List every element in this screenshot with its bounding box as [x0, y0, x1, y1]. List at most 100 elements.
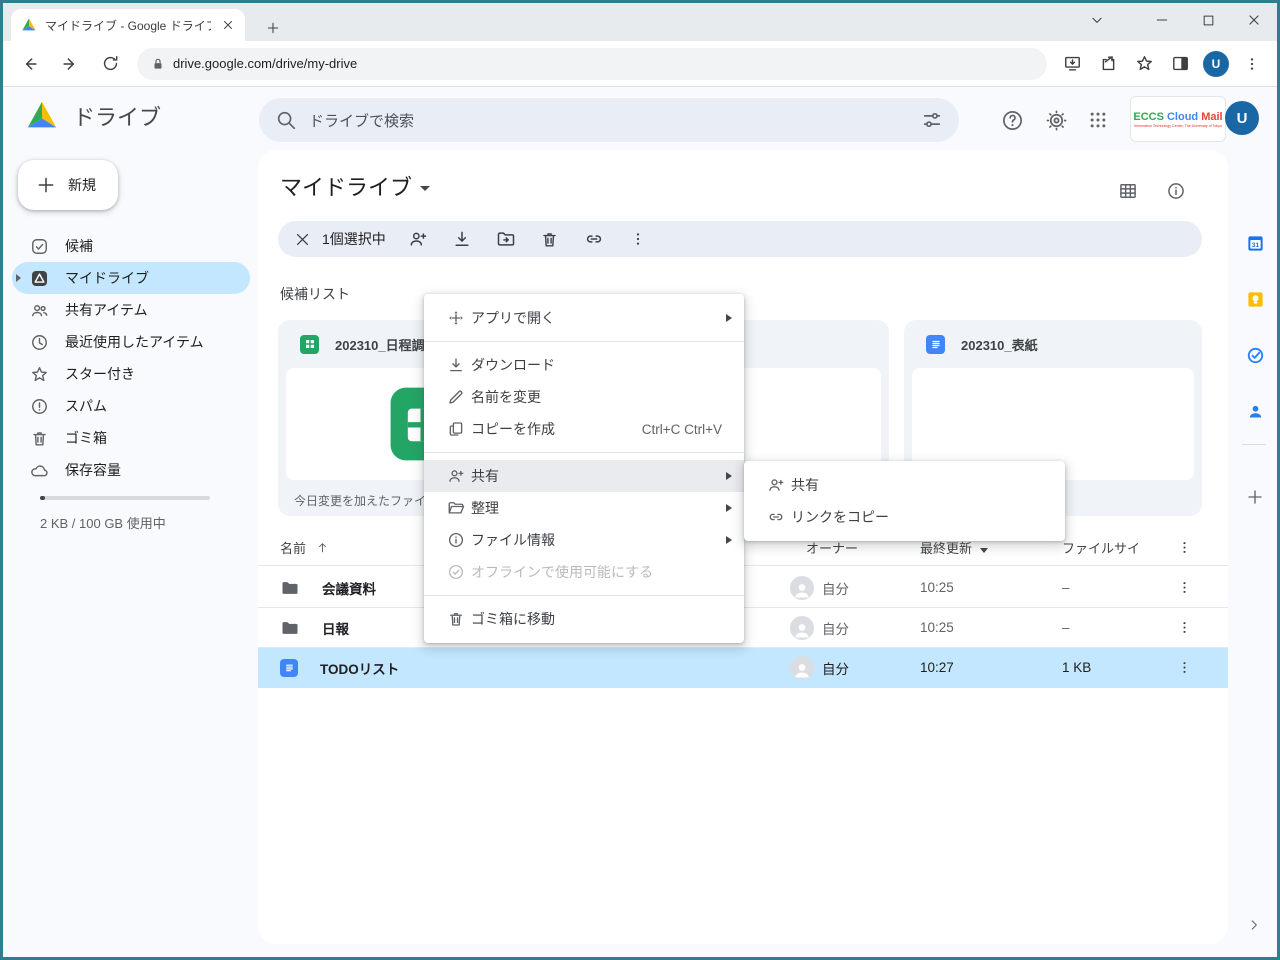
- sidebar-item-storage[interactable]: 保存容量: [12, 454, 250, 486]
- account-avatar[interactable]: U: [1225, 101, 1259, 135]
- menu-item-make-copy[interactable]: コピーを作成 Ctrl+C Ctrl+V: [424, 413, 744, 445]
- row-more-icon[interactable]: [1166, 650, 1202, 686]
- pencil-icon: [447, 388, 465, 406]
- eccs-cloud-mail-logo[interactable]: ECCS Cloud Mail Information Technology C…: [1130, 96, 1226, 142]
- hide-side-panel-chevron-icon[interactable]: [1238, 909, 1270, 941]
- storage-usage-text: 2 KB / 100 GB 使用中: [40, 513, 166, 532]
- settings-gear-icon[interactable]: [1037, 101, 1075, 139]
- folder-icon: [280, 578, 300, 598]
- grid-view-icon[interactable]: [1110, 173, 1146, 209]
- install-icon[interactable]: [1055, 47, 1089, 81]
- google-apps-grid-icon[interactable]: [1079, 101, 1117, 139]
- row-more-icon[interactable]: [1166, 570, 1202, 606]
- menu-item-share[interactable]: 共有: [424, 460, 744, 492]
- header-more-icon[interactable]: [1166, 530, 1202, 566]
- info-details-icon[interactable]: [1158, 173, 1194, 209]
- browser-titlebar: マイドライブ - Google ドライブ: [3, 3, 1277, 41]
- download-icon: [447, 356, 465, 374]
- close-button[interactable]: [1231, 3, 1277, 37]
- share-icon[interactable]: [1091, 47, 1125, 81]
- new-tab-button[interactable]: [259, 14, 287, 42]
- menu-item-open-with[interactable]: アプリで開く: [424, 302, 744, 334]
- share-submenu: 共有 リンクをコピー: [744, 461, 1065, 541]
- browser-tab[interactable]: マイドライブ - Google ドライブ: [11, 9, 245, 41]
- submenu-arrow-icon: [726, 314, 732, 322]
- sidebar-item-shared[interactable]: 共有アイテム: [12, 294, 250, 326]
- search-icon: [275, 109, 297, 131]
- trash-icon[interactable]: [532, 221, 568, 257]
- copy-link-icon[interactable]: [576, 221, 612, 257]
- maximize-button[interactable]: [1185, 3, 1231, 37]
- sidebar-item-trash[interactable]: ゴミ箱: [12, 422, 250, 454]
- page-title[interactable]: マイドライブ: [280, 170, 430, 202]
- card-header: 202310_表紙: [904, 320, 1202, 368]
- header-name[interactable]: 名前: [280, 538, 329, 557]
- organize-folder-icon: [447, 499, 465, 517]
- search-input[interactable]: ドライブで検索: [259, 98, 959, 142]
- person-add-icon: [767, 476, 785, 494]
- minimize-button[interactable]: [1139, 3, 1185, 37]
- contacts-icon[interactable]: [1240, 396, 1270, 426]
- suggested-check-icon: [30, 237, 49, 256]
- back-icon[interactable]: [11, 45, 49, 83]
- search-filter-tune-icon[interactable]: [921, 109, 943, 131]
- browser-menu-icon[interactable]: [1235, 47, 1269, 81]
- reload-icon[interactable]: [91, 45, 129, 83]
- sidebar-item-my-drive[interactable]: マイドライブ: [12, 262, 250, 294]
- plus-icon: [36, 175, 56, 195]
- tasks-icon[interactable]: [1240, 340, 1270, 370]
- owner-avatar: [790, 656, 814, 680]
- bookmark-star-icon[interactable]: [1127, 47, 1161, 81]
- site-lock-icon: [151, 57, 165, 71]
- move-to-folder-icon[interactable]: [488, 221, 524, 257]
- copy-icon: [447, 420, 465, 438]
- side-panel-icon[interactable]: [1163, 47, 1197, 81]
- sidebar-item-spam[interactable]: スパム: [12, 390, 250, 422]
- forward-icon[interactable]: [51, 45, 89, 83]
- menu-item-download[interactable]: ダウンロード: [424, 349, 744, 381]
- sidebar-item-suggested[interactable]: 候補: [12, 230, 250, 262]
- trash-icon: [30, 429, 49, 448]
- new-button[interactable]: 新規: [18, 160, 118, 210]
- download-icon[interactable]: [444, 221, 480, 257]
- menu-divider: [424, 341, 744, 342]
- menu-item-organize[interactable]: 整理: [424, 492, 744, 524]
- link-icon: [767, 508, 785, 526]
- sort-descending-icon: [980, 548, 988, 553]
- tab-title: マイドライブ - Google ドライブ: [45, 17, 211, 34]
- clear-selection-icon[interactable]: [284, 221, 320, 257]
- file-row-todo-list[interactable]: TODOリスト 自分 10:27 1 KB: [258, 648, 1228, 688]
- menu-item-rename[interactable]: 名前を変更: [424, 381, 744, 413]
- selection-count: 1個選択中: [322, 229, 386, 249]
- help-icon[interactable]: [993, 101, 1031, 139]
- get-addons-plus-icon[interactable]: [1240, 482, 1270, 512]
- sidebar-item-starred[interactable]: スター付き: [12, 358, 250, 390]
- tab-search-chevron-icon[interactable]: [1077, 3, 1117, 37]
- browser-avatar[interactable]: U: [1199, 47, 1233, 81]
- keep-icon[interactable]: [1240, 284, 1270, 314]
- share-person-add-icon[interactable]: [400, 221, 436, 257]
- more-actions-icon[interactable]: [620, 221, 656, 257]
- chevron-down-icon: [420, 186, 430, 191]
- calendar-icon[interactable]: 31: [1240, 228, 1270, 258]
- address-bar[interactable]: drive.google.com/drive/my-drive: [137, 48, 1047, 80]
- submenu-item-copy-link[interactable]: リンクをコピー: [744, 501, 1065, 533]
- owner-avatar: [790, 576, 814, 600]
- submenu-item-share[interactable]: 共有: [744, 469, 1065, 501]
- sidebar-item-recent[interactable]: 最近使用したアイテム: [12, 326, 250, 358]
- eccs-logo-text: ECCS Cloud Mail: [1133, 111, 1222, 123]
- header-size[interactable]: ファイルサイ: [1062, 538, 1140, 557]
- tab-close-icon[interactable]: [219, 16, 237, 34]
- menu-item-move-to-trash[interactable]: ゴミ箱に移動: [424, 603, 744, 635]
- docs-file-icon: [280, 659, 298, 677]
- row-more-icon[interactable]: [1166, 610, 1202, 646]
- star-icon: [30, 365, 49, 384]
- expand-arrow-icon[interactable]: [16, 274, 21, 282]
- toolbar-right: U: [1055, 47, 1269, 81]
- menu-item-file-info[interactable]: ファイル情報: [424, 524, 744, 556]
- drive-logo[interactable]: ドライブ: [23, 99, 161, 133]
- trash-icon: [447, 610, 465, 628]
- sheets-file-icon: [300, 335, 319, 354]
- cloud-icon: [30, 461, 49, 480]
- menu-divider: [424, 452, 744, 453]
